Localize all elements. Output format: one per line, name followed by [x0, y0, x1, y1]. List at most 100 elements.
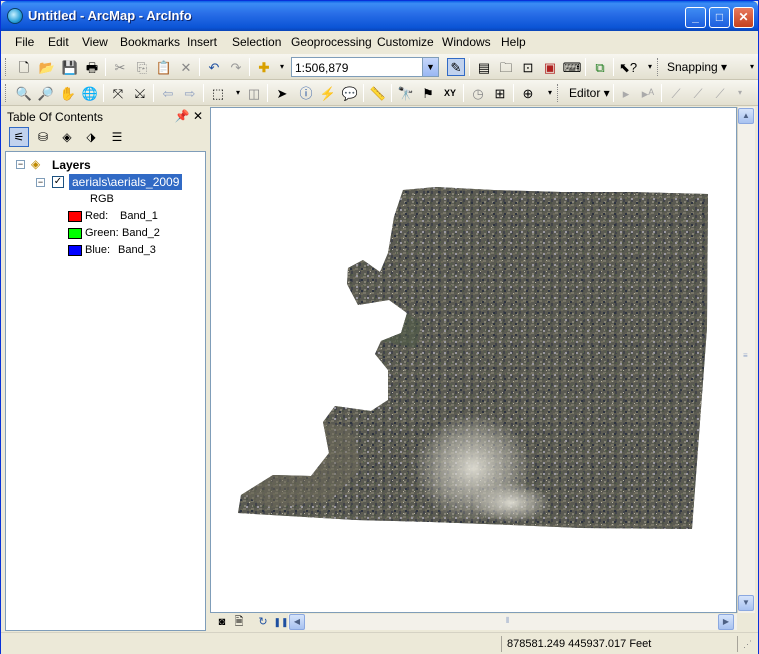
scroll-up-arrow-icon[interactable]: ▲	[738, 108, 754, 124]
model-builder-icon[interactable]: ⧉	[591, 58, 609, 76]
maximize-button[interactable]: □	[709, 7, 730, 28]
cut-icon[interactable]: ✂	[111, 58, 129, 76]
edit-tool-icon[interactable]: ▸	[617, 84, 635, 102]
toc-options-icon[interactable]: ☰	[107, 127, 127, 147]
list-by-source-icon[interactable]: ⛁	[33, 127, 53, 147]
scroll-left-arrow-icon[interactable]: ◀	[289, 614, 305, 630]
data-frame-label[interactable]: Layers	[52, 158, 91, 172]
back-extent-icon[interactable]: ⇦	[159, 84, 177, 102]
zoom-in-icon[interactable]: 🔍	[15, 84, 33, 102]
toolbar-overflow-icon[interactable]: ▾	[743, 58, 759, 76]
editor-menu[interactable]: Editor ▾	[569, 86, 610, 100]
menu-geoprocessing[interactable]: Geoprocessing	[291, 35, 372, 49]
menu-windows[interactable]: Windows	[442, 35, 491, 49]
layer-name-label[interactable]: aerials\aerials_2009	[69, 174, 183, 190]
trace-icon[interactable]: ⟋	[711, 84, 729, 102]
measure-icon[interactable]: 📏	[369, 84, 387, 102]
separator	[391, 84, 392, 102]
map-horizontal-scrollbar[interactable]: ◀ ⦀ ▶	[288, 614, 737, 630]
layer-visibility-checkbox[interactable]: ✓	[52, 176, 64, 188]
menu-help[interactable]: Help	[501, 35, 526, 49]
redo-icon[interactable]: ↷	[227, 58, 245, 76]
end-point-arc-icon[interactable]: ⟋	[689, 84, 707, 102]
toolbar-grip[interactable]	[5, 84, 8, 102]
separator	[469, 58, 470, 76]
python-window-icon[interactable]: ⌨	[563, 58, 582, 76]
list-by-selection-icon[interactable]: ⬗	[81, 127, 101, 147]
map-vertical-scrollbar[interactable]: ▲ ≡ ▼	[737, 107, 755, 613]
identify-icon[interactable]: ⓘ	[297, 84, 315, 102]
search-window-icon[interactable]: ⊡	[519, 58, 537, 76]
map-scale-combo[interactable]: 1:506,879 ▼	[291, 57, 439, 77]
clear-selection-icon[interactable]: ◫	[245, 84, 263, 102]
catalog-window-icon[interactable]: 🗀	[497, 58, 515, 76]
snapping-menu[interactable]: Snapping ▾	[667, 60, 727, 74]
find-route-icon[interactable]: ⚑	[419, 84, 437, 102]
list-by-visibility-icon[interactable]: ◈	[57, 127, 77, 147]
straight-segment-icon[interactable]: ⟋	[667, 84, 685, 102]
time-slider-icon[interactable]: ◷	[469, 84, 487, 102]
menu-customize[interactable]: Customize	[377, 35, 434, 49]
go-to-xy-icon[interactable]: XY	[441, 84, 459, 102]
table-of-contents-window-icon[interactable]: ▤	[475, 58, 493, 76]
close-button[interactable]: ✕	[733, 7, 754, 28]
collapse-icon[interactable]: −	[36, 178, 45, 187]
print-icon[interactable]: 🖶	[83, 58, 101, 76]
fixed-zoom-in-icon[interactable]: ⤧	[109, 84, 127, 102]
zoom-out-icon[interactable]: 🔎	[37, 84, 55, 102]
menu-edit[interactable]: Edit	[48, 35, 69, 49]
undo-icon[interactable]: ↶	[205, 58, 223, 76]
toolbar-grip[interactable]	[657, 58, 660, 76]
menu-insert[interactable]: Insert	[187, 35, 217, 49]
pan-hand-icon[interactable]: ✋	[59, 84, 77, 102]
edit-annotation-icon[interactable]: ▸ᴬ	[639, 84, 657, 102]
fixed-zoom-out-icon[interactable]: ⤩	[131, 84, 149, 102]
standard-toolbar: 🗋 📂 💾 🖶 ✂ ⎘ 📋 ✕ ↶ ↷ ✚ ▾ 1:506,879 ▼ ✎ ▤ …	[1, 54, 758, 80]
find-binoculars-icon[interactable]: 🔭	[397, 84, 415, 102]
tools-toolbar: 🔍 🔎 ✋ 🌐 ⤧ ⤩ ⇦ ⇨ ⬚ ▾ ◫ ➤ ⓘ ⚡ 💬 📏 🔭 ⚑ XY ◷…	[1, 80, 758, 106]
toolbar-overflow-icon[interactable]: ▾	[731, 84, 749, 102]
pin-icon[interactable]: 📌	[175, 109, 190, 123]
chevron-down-icon[interactable]: ▼	[422, 58, 438, 76]
refresh-view-icon[interactable]: ↻	[254, 613, 272, 631]
list-by-drawing-order-icon[interactable]: ⚟	[9, 127, 29, 147]
forward-extent-icon[interactable]: ⇨	[181, 84, 199, 102]
data-view-icon[interactable]: ◙	[213, 613, 231, 631]
full-extent-globe-icon[interactable]: 🌐	[81, 84, 99, 102]
html-popup-icon[interactable]: 💬	[341, 84, 359, 102]
add-data-dropdown-icon[interactable]: ▾	[273, 58, 291, 76]
menu-bookmarks[interactable]: Bookmarks	[120, 35, 180, 49]
scroll-down-arrow-icon[interactable]: ▼	[738, 595, 754, 611]
copy-icon[interactable]: ⎘	[133, 58, 151, 76]
menu-file[interactable]: File	[15, 35, 34, 49]
collapse-icon[interactable]: −	[16, 160, 25, 169]
scroll-right-arrow-icon[interactable]: ▶	[718, 614, 734, 630]
add-data-icon[interactable]: ✚	[255, 58, 273, 76]
menu-selection[interactable]: Selection	[232, 35, 281, 49]
menu-view[interactable]: View	[82, 35, 108, 49]
toolbar-grip[interactable]	[557, 84, 560, 102]
open-folder-icon[interactable]: 📂	[38, 58, 56, 76]
new-document-icon[interactable]: 🗋	[15, 58, 33, 76]
resize-grip-icon[interactable]: ⋰	[743, 639, 752, 650]
scroll-thumb-grip-icon[interactable]: ≡	[743, 351, 748, 360]
title-bar[interactable]: Untitled - ArcMap - ArcInfo _ □ ✕	[1, 1, 758, 31]
select-elements-arrow-icon[interactable]: ➤	[273, 84, 291, 102]
editor-toolbar-icon[interactable]: ✎	[447, 58, 465, 76]
layout-view-icon[interactable]: 🗎	[230, 613, 248, 631]
magnifier-icon[interactable]: ⊕	[519, 84, 537, 102]
arctoolbox-icon[interactable]: ▣	[541, 58, 559, 76]
map-display[interactable]	[210, 107, 737, 613]
create-viewer-window-icon[interactable]: ⊞	[491, 84, 509, 102]
minimize-button[interactable]: _	[685, 7, 706, 28]
delete-icon[interactable]: ✕	[177, 58, 195, 76]
scroll-thumb-grip-icon[interactable]: ⦀	[506, 616, 510, 626]
select-features-icon[interactable]: ⬚	[209, 84, 227, 102]
toc-tabs: ⚟ ⛁ ◈ ⬗ ☰	[7, 125, 203, 149]
whats-this-icon[interactable]: ⬉?	[619, 58, 637, 76]
toc-close-icon[interactable]: ✕	[193, 109, 203, 123]
toolbar-grip[interactable]	[5, 58, 8, 76]
paste-icon[interactable]: 📋	[155, 58, 173, 76]
hyperlink-icon[interactable]: ⚡	[319, 84, 337, 102]
save-icon[interactable]: 💾	[61, 58, 79, 76]
